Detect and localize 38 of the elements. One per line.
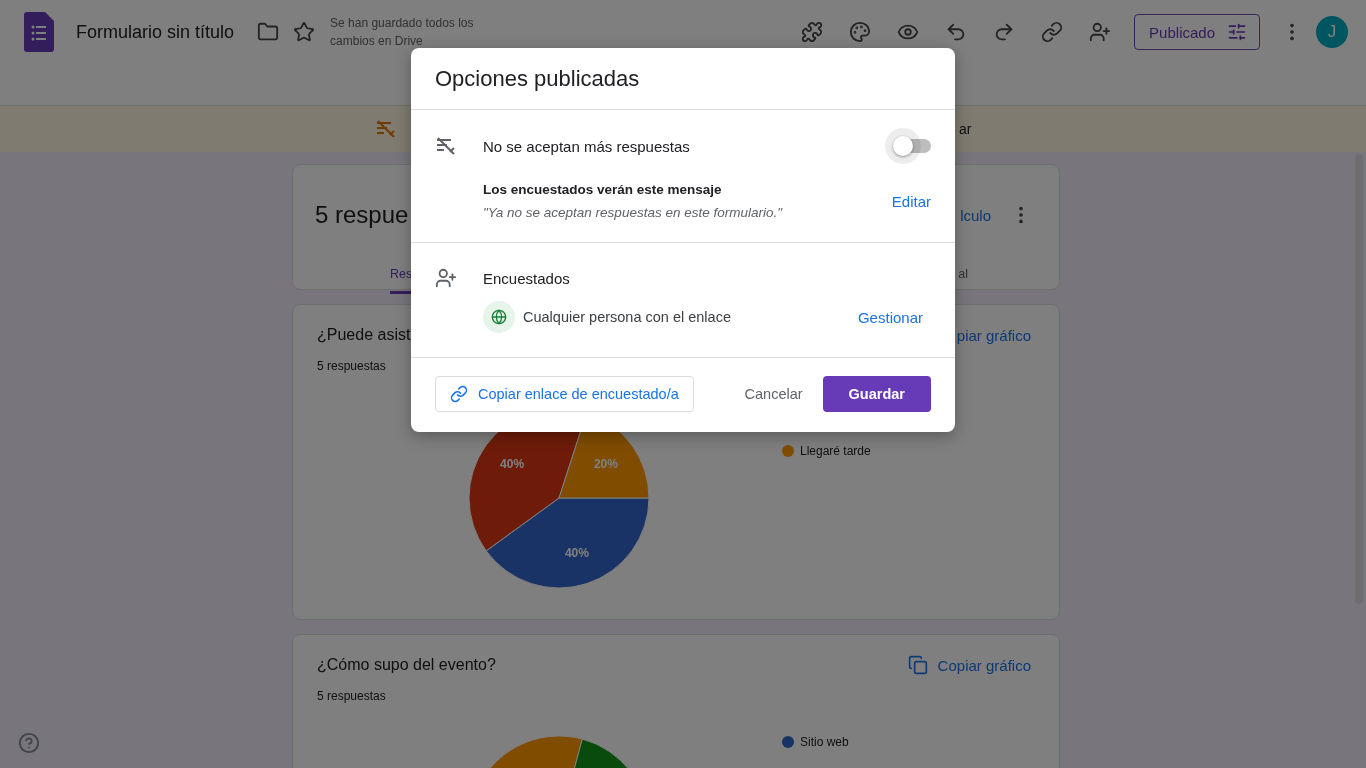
sheet-link[interactable]: lculo <box>960 206 991 224</box>
add-person-icon <box>435 267 457 289</box>
sliders-icon <box>1227 22 1247 42</box>
copy-chart-link[interactable]: piar gráfico <box>956 326 1031 344</box>
forms-logo-icon <box>24 12 54 52</box>
access-level: Cualquier persona con el enlace <box>523 309 732 325</box>
dialog-title: Opciones publicadas <box>411 48 955 110</box>
user-avatar[interactable]: J <box>1316 16 1348 48</box>
legend-label: Llegaré tarde <box>800 444 871 458</box>
message-label: Los encuestados verán este mensaje <box>483 182 723 197</box>
responses-title: 5 respue <box>315 201 409 229</box>
crossed-lines-icon <box>435 135 457 157</box>
manage-link[interactable]: Gestionar <box>857 308 923 326</box>
tab[interactable]: al <box>958 263 968 294</box>
response-count: 5 respuestas <box>316 688 387 703</box>
help-icon[interactable] <box>18 732 40 754</box>
save-status: Se han guardado todos los cambios en Drive <box>330 15 475 50</box>
save-button[interactable]: Guardar <box>822 376 931 412</box>
crossed-lines-icon <box>375 118 397 140</box>
banner-text: ar <box>959 121 972 137</box>
question-title: ¿Cómo supo del evento? <box>317 656 496 674</box>
cancel-button[interactable]: Cancelar <box>732 378 815 410</box>
copy-link-button[interactable]: Copiar enlace de encuestado/a <box>435 376 694 412</box>
publish-button[interactable]: Publicado <box>1134 14 1260 50</box>
copy-chart-link[interactable]: Copiar gráfico <box>937 656 1031 674</box>
form-title[interactable]: Formulario sin título <box>76 21 235 43</box>
slice-label: 40% <box>564 546 589 561</box>
slice-label: 20% <box>593 456 618 471</box>
copy-icon[interactable] <box>907 655 928 675</box>
link-icon <box>450 385 468 403</box>
edit-link[interactable]: Editar <box>891 192 931 210</box>
globe-icon <box>483 301 515 333</box>
slice-label: 40% <box>500 456 525 471</box>
response-count: 5 respuestas <box>316 358 387 373</box>
legend-label: Sitio web <box>800 735 849 749</box>
section-heading: No se aceptan más respuestas <box>483 137 691 155</box>
closed-message: "Ya no se aceptan respuestas en este formulario." <box>483 205 784 220</box>
section-heading: Encuestados <box>483 269 571 287</box>
